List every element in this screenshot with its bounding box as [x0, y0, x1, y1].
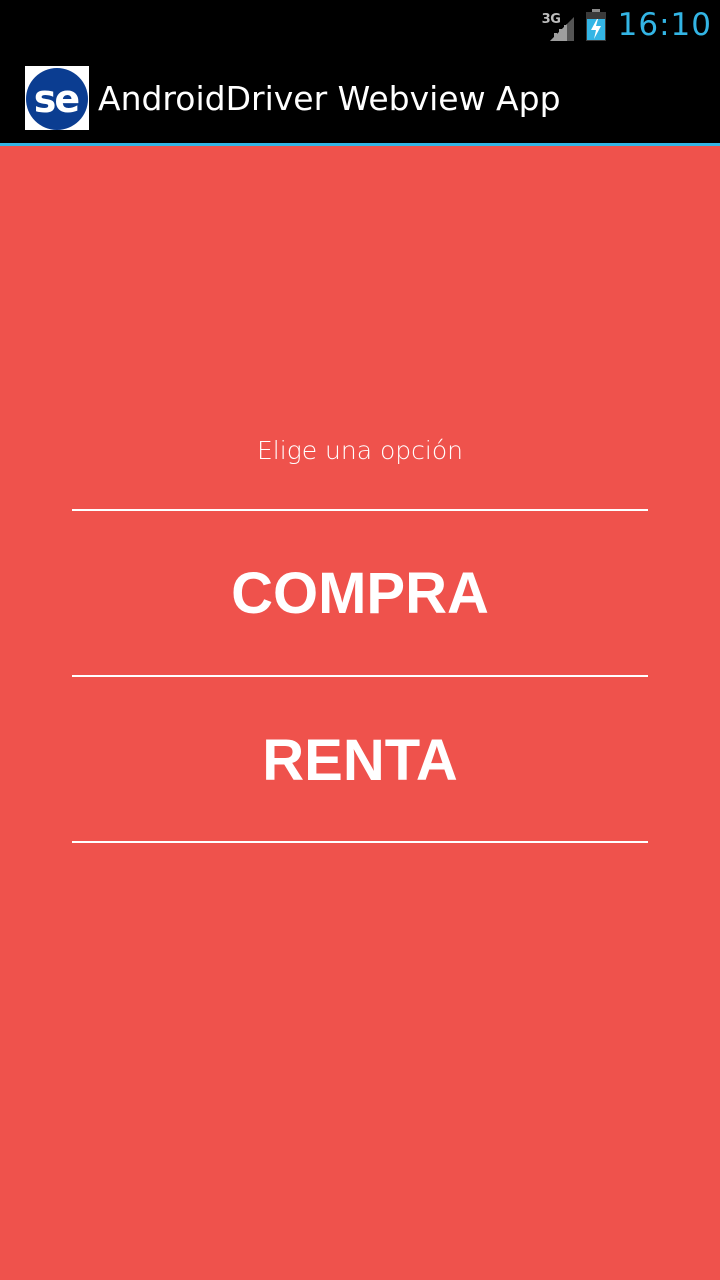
- status-clock: 16:10: [617, 7, 712, 43]
- selenium-se-logo-icon: se: [25, 66, 89, 130]
- divider-middle: [72, 675, 648, 677]
- webview-content: Elige una opción COMPRA RENTA: [0, 146, 720, 1280]
- action-bar: se AndroidDriver Webview App: [0, 50, 720, 146]
- choose-option-prompt: Elige una opción: [257, 436, 463, 465]
- renta-option-button[interactable]: RENTA: [72, 679, 648, 843]
- status-bar: 3G 16:10: [0, 0, 720, 50]
- divider-top: [72, 509, 648, 511]
- compra-option-button[interactable]: COMPRA: [72, 512, 648, 676]
- signal-strength-icon: 3G: [540, 8, 576, 42]
- battery-charging-icon: [585, 9, 606, 41]
- divider-bottom: [72, 841, 648, 843]
- status-icons: 3G 16:10: [540, 0, 712, 50]
- app-title: AndroidDriver Webview App: [98, 79, 561, 118]
- svg-text:se: se: [34, 77, 79, 121]
